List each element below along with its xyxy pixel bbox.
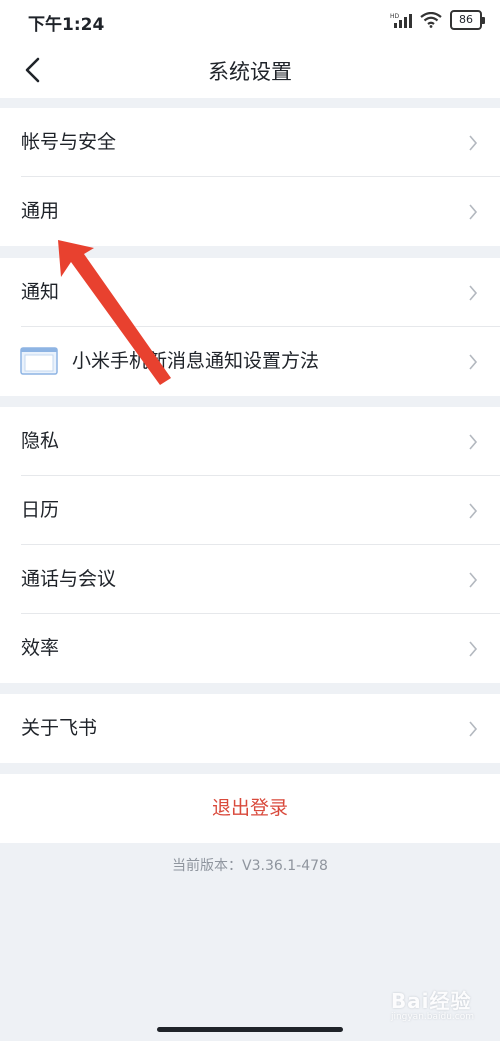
settings-item-about-feishu[interactable]: 关于飞书 <box>0 694 500 763</box>
logout-group: 退出登录 <box>0 774 500 843</box>
settings-group-features: 隐私 日历 通话与会议 效率 <box>0 407 500 683</box>
settings-item-general[interactable]: 通用 <box>0 177 500 246</box>
settings-item-calls-meetings[interactable]: 通话与会议 <box>0 545 500 614</box>
settings-item-account-security[interactable]: 帐号与安全 <box>0 108 500 177</box>
home-indicator[interactable] <box>157 1027 343 1032</box>
watermark-subtext: jingyan.baidu.com <box>390 1012 474 1022</box>
wifi-icon <box>420 12 442 28</box>
page-title: 系统设置 <box>208 60 292 84</box>
settings-item-calendar[interactable]: 日历 <box>0 476 500 545</box>
settings-item-label: 隐私 <box>21 430 60 452</box>
battery-icon: 86 <box>450 10 485 30</box>
chevron-right-icon <box>469 721 478 737</box>
status-time: 下午1:24 <box>28 15 105 35</box>
settings-item-efficiency[interactable]: 效率 <box>0 614 500 683</box>
version-text: 当前版本：V3.36.1-478 <box>172 858 328 874</box>
settings-item-xiaomi-guide[interactable]: 小米手机新消息通知设置方法 <box>0 327 500 396</box>
settings-group-notification: 通知 小米手机新消息通知设置方法 <box>0 258 500 396</box>
settings-item-label: 通用 <box>21 200 60 222</box>
status-icons: HD 86 <box>390 10 485 30</box>
settings-group-account: 帐号与安全 通用 <box>0 108 500 246</box>
chevron-right-icon <box>469 204 478 220</box>
settings-item-privacy[interactable]: 隐私 <box>0 407 500 476</box>
settings-item-label: 通知 <box>21 281 60 303</box>
watermark-logo: Bai经验 jingyan.baidu.com <box>391 985 474 1022</box>
watermark-text: Bai经验 <box>390 989 472 1013</box>
logout-label: 退出登录 <box>211 797 288 819</box>
chevron-right-icon <box>469 285 478 301</box>
settings-group-about: 关于飞书 <box>0 694 500 763</box>
settings-item-label: 小米手机新消息通知设置方法 <box>72 350 320 372</box>
logout-button[interactable]: 退出登录 <box>0 774 500 843</box>
chevron-right-icon <box>469 572 478 588</box>
chevron-right-icon <box>469 434 478 450</box>
chevron-right-icon <box>469 641 478 657</box>
chevron-right-icon <box>469 503 478 519</box>
status-bar: 下午1:24 HD 86 <box>0 0 500 42</box>
chevron-right-icon <box>469 135 478 151</box>
chevron-right-icon <box>469 354 478 370</box>
settings-item-label: 通话与会议 <box>21 568 117 590</box>
network-label: HD <box>390 13 400 20</box>
signal-icon: HD <box>390 13 412 28</box>
settings-item-label: 关于飞书 <box>21 717 98 739</box>
settings-item-label: 帐号与安全 <box>21 131 117 153</box>
settings-item-label: 效率 <box>21 637 60 659</box>
settings-item-notification[interactable]: 通知 <box>0 258 500 327</box>
nav-bar: 系统设置 <box>0 42 500 98</box>
phone-guide-icon <box>20 347 58 375</box>
settings-item-label: 日历 <box>21 499 60 521</box>
